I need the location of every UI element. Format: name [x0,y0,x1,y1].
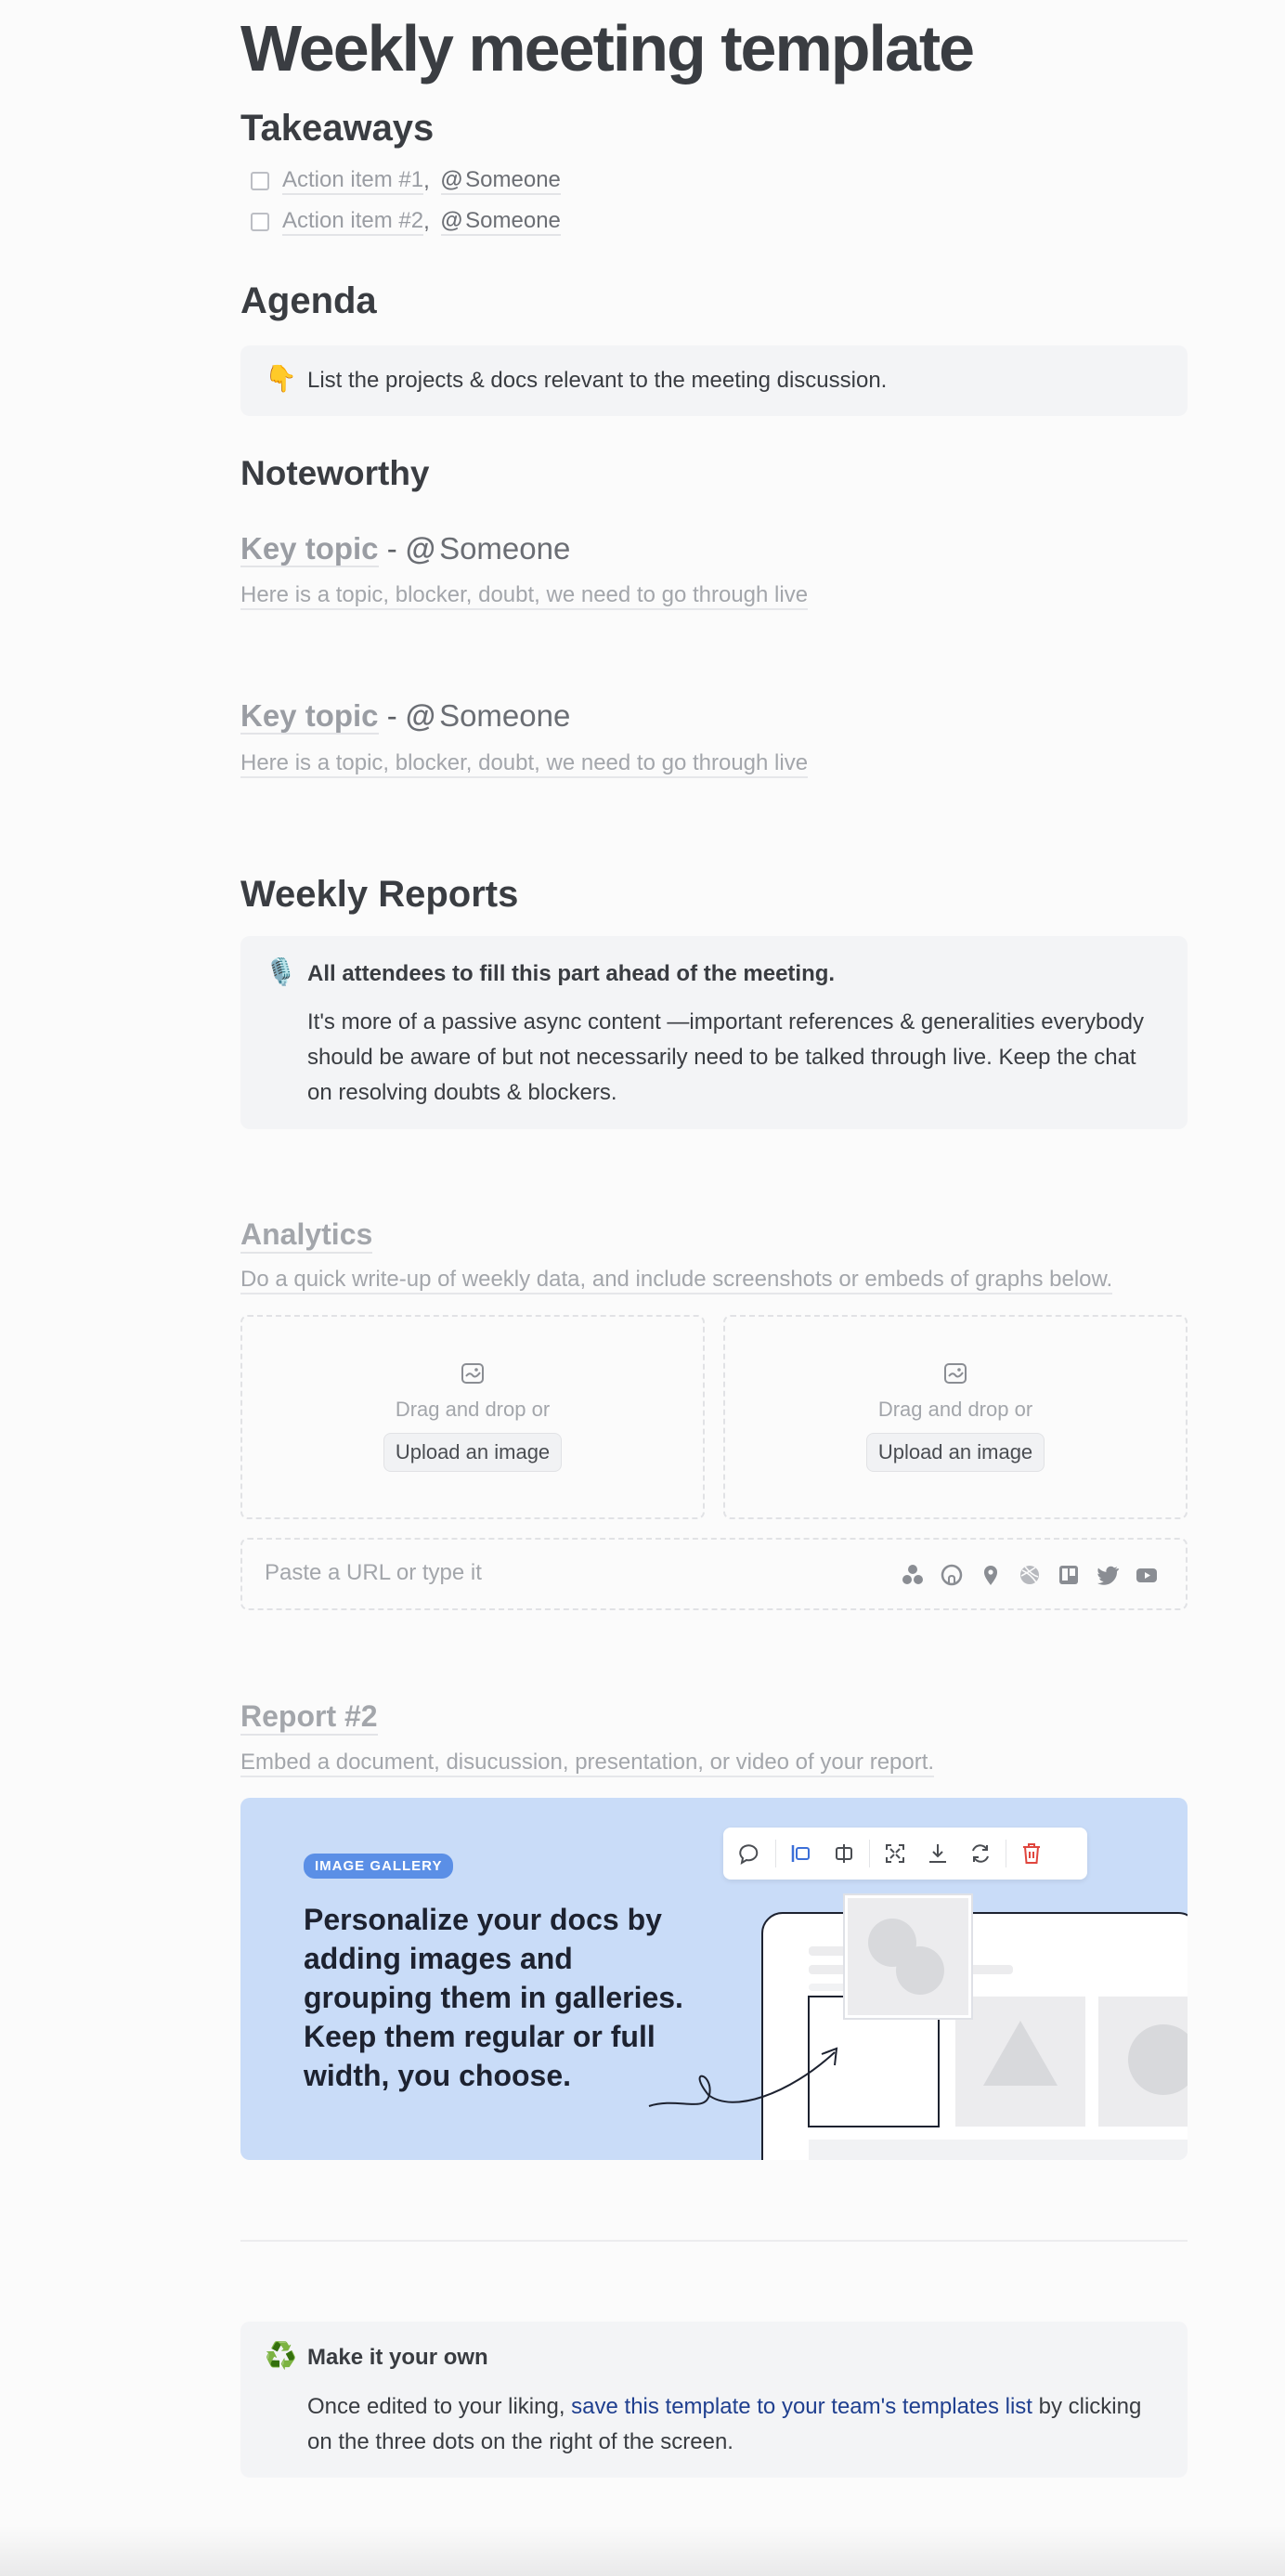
callout-body: It's more of a passive async content —im… [307,1009,1145,1105]
trello-icon[interactable] [1056,1562,1082,1588]
microphone-icon: 🎙️ [265,957,297,986]
image-icon [461,1363,484,1384]
todo-checkbox[interactable] [251,213,269,231]
embed-placeholder: Paste a URL or type it [265,1560,482,1585]
fullscreen-icon[interactable] [877,1836,913,1871]
topic-description[interactable]: Here is a topic, blocker, doubt, we need… [240,582,809,610]
key-topic-link[interactable]: Key topic [240,698,379,735]
delete-icon[interactable] [1014,1836,1049,1871]
dribbble-icon[interactable] [1017,1562,1043,1588]
dash: - [378,698,406,733]
embed-url-input[interactable]: Paste a URL or type it [240,1538,1188,1610]
todo-item: Action item #2 , @ Someone [251,205,561,239]
image-gallery-card[interactable]: IMAGE GALLERY Personalize your docs by a… [240,1798,1188,2160]
pointing-down-icon: 👇 [265,364,297,393]
analytics-description[interactable]: Do a quick write-up of weekly data, and … [240,1267,1113,1295]
twitter-icon[interactable] [1095,1562,1121,1588]
section-divider [240,2240,1188,2242]
image-upload-dropzone[interactable]: Drag and drop or Upload an image [723,1315,1188,1519]
mention-name: Someone [439,531,571,566]
at-symbol: @ [405,531,436,566]
at-symbol: @ [440,167,463,192]
user-mention[interactable]: @ Someone [440,208,561,236]
callout-title: All attendees to fill this part ahead of… [307,961,836,986]
mention-name: Someone [439,698,571,733]
download-icon[interactable] [920,1836,955,1871]
make-it-your-own-callout[interactable]: ♻️ Make it your own Once edited to your … [240,2322,1188,2478]
key-topic-heading: Key topic - @ Someone [240,531,570,567]
image-upload-dropzone[interactable]: Drag and drop or Upload an image [240,1315,705,1519]
mention-name: Someone [465,167,561,192]
noteworthy-heading[interactable]: Noteworthy [240,454,430,493]
topic-description[interactable]: Here is a topic, blocker, doubt, we need… [240,750,809,778]
user-mention[interactable]: @ Someone [406,531,570,566]
mention-name: Someone [465,208,561,233]
dash: - [378,531,406,566]
callout-title: Make it your own [307,2345,488,2370]
align-center-icon[interactable] [826,1836,862,1871]
github-icon[interactable] [939,1562,965,1588]
action-item-link[interactable]: Action item #2 [282,208,424,236]
action-item-link[interactable]: Action item #1 [282,167,424,195]
image-icon [944,1363,967,1384]
upload-image-button[interactable]: Upload an image [383,1433,563,1472]
user-mention[interactable]: @ Someone [406,698,570,733]
map-pin-icon[interactable] [978,1562,1004,1588]
drag-drop-text: Drag and drop or [395,1398,551,1421]
analytics-heading[interactable]: Analytics [240,1217,373,1254]
key-topic-heading: Key topic - @ Someone [240,698,570,735]
separator: , [423,168,430,193]
todo-item: Action item #1 , @ Someone [251,164,561,198]
separator: , [423,209,430,234]
youtube-icon[interactable] [1134,1562,1160,1588]
callout-body: Once edited to your liking, save this te… [307,2389,1160,2460]
at-symbol: @ [405,698,436,733]
weekly-reports-callout[interactable]: 🎙️ All attendees to fill this part ahead… [240,936,1188,1129]
callout-text: List the projects & docs relevant to the… [307,368,888,393]
agenda-heading[interactable]: Agenda [240,280,377,322]
gallery-toolbar [723,1828,1087,1880]
bottom-fade [0,2526,1285,2576]
weekly-reports-heading[interactable]: Weekly Reports [240,874,518,916]
recycle-icon: ♻️ [265,2341,297,2370]
page-title[interactable]: Weekly meeting template [240,11,975,85]
toolbar-divider [775,1840,776,1867]
figma-icon[interactable] [900,1562,926,1588]
todo-checkbox[interactable] [251,172,269,190]
upload-image-button[interactable]: Upload an image [865,1433,1045,1472]
toolbar-divider [869,1840,870,1867]
embed-provider-icons [900,1562,1160,1588]
key-topic-link[interactable]: Key topic [240,531,379,567]
replace-icon[interactable] [963,1836,998,1871]
agenda-callout[interactable]: 👇 List the projects & docs relevant to t… [240,345,1188,416]
report-2-heading[interactable]: Report #2 [240,1699,378,1736]
save-template-link[interactable]: save this template to your team's templa… [571,2394,1032,2419]
report-2-description[interactable]: Embed a document, disucussion, presentat… [240,1750,935,1777]
comment-icon[interactable] [733,1836,768,1871]
user-mention[interactable]: @ Someone [440,167,561,195]
document-page: Weekly meeting template Takeaways Action… [0,0,1285,2576]
drag-drop-text: Drag and drop or [877,1398,1033,1421]
align-left-icon[interactable] [784,1836,819,1871]
body-prefix: Once edited to your liking, [307,2394,572,2419]
at-symbol: @ [440,208,463,233]
takeaways-heading[interactable]: Takeaways [240,108,434,150]
